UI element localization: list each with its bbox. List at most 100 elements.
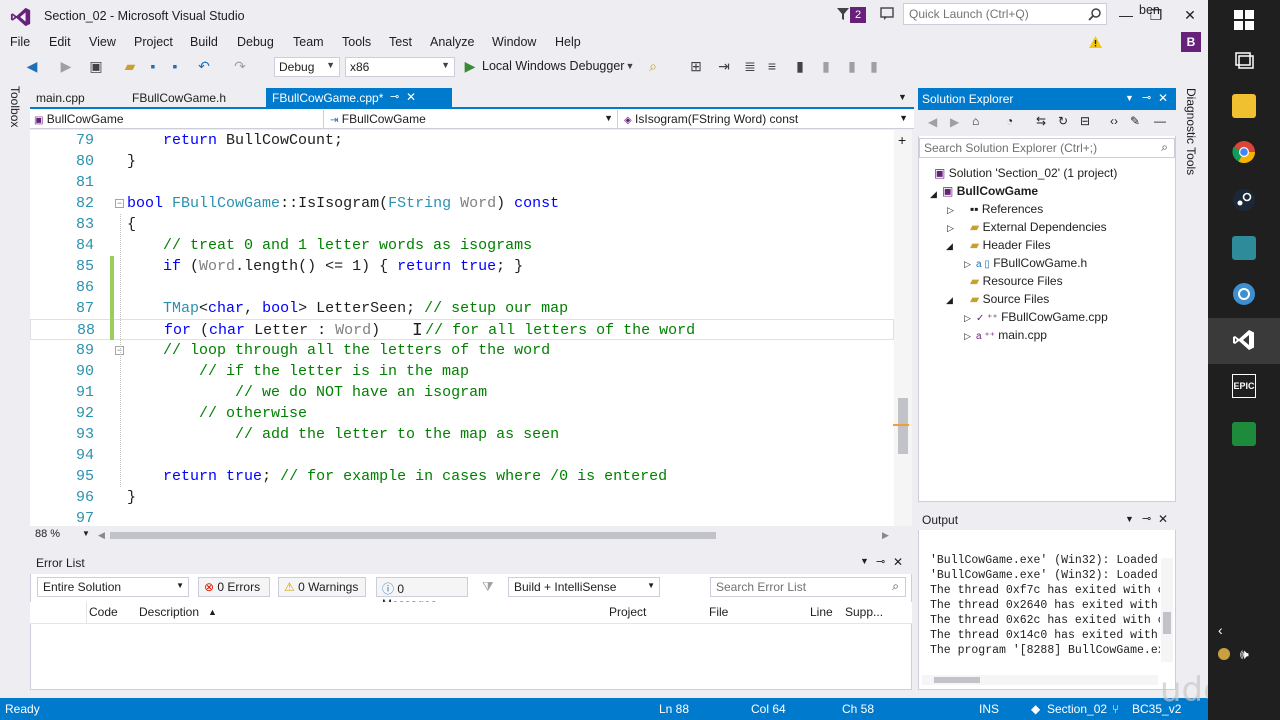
column-suppression[interactable]: Supp... <box>845 605 883 619</box>
messages-filter-button[interactable]: ⓘ 0 Messages <box>376 577 468 611</box>
tab-main-cpp[interactable]: main.cpp <box>30 88 91 108</box>
prev-bookmark-icon[interactable]: ▮ <box>818 58 834 74</box>
menu-help[interactable]: Help <box>555 35 581 49</box>
feedback-icon[interactable] <box>879 6 895 22</box>
scroll-left-icon[interactable]: ◀ <box>98 530 105 541</box>
search-icon[interactable] <box>1088 8 1101 21</box>
solution-node[interactable]: ▣ Solution 'Section_02' (1 project) <box>934 164 1117 182</box>
fbullcowgame-h-node[interactable]: a ▯ FBullCowGame.h <box>976 254 1087 272</box>
code-line[interactable]: 88 for (char Letter : Word) // for all l… <box>30 319 894 340</box>
collapsed-arrow-icon[interactable]: ▷ <box>947 223 954 234</box>
error-scope-select[interactable]: Entire Solution ▼ <box>37 577 189 597</box>
start-debugging-icon[interactable]: ▶ <box>462 58 478 74</box>
code-line[interactable]: 89 // loop through all the letters of th… <box>30 340 894 361</box>
split-editor-icon[interactable]: + <box>898 132 906 148</box>
clear-bookmark-icon[interactable]: ▮ <box>866 58 882 74</box>
tray-app-icon[interactable] <box>1218 648 1230 660</box>
output-vertical-scrollbar[interactable] <box>1161 558 1173 662</box>
fbullcowgame-cpp-node[interactable]: ✓ ⁺⁺ FBullCowGame.cpp <box>976 308 1108 326</box>
class-select[interactable]: ⇥ FBullCowGame ▼ <box>326 110 618 128</box>
redo-icon[interactable]: ↷ <box>232 58 248 74</box>
collapsed-arrow-icon[interactable]: ▷ <box>964 259 971 270</box>
code-line[interactable]: 92 // otherwise <box>30 403 894 424</box>
platform-select[interactable]: x86 ▼ <box>345 57 455 77</box>
collapse-all-icon[interactable]: ⊟ <box>1080 114 1090 128</box>
start-debugger-button[interactable]: Local Windows Debugger <box>482 59 624 73</box>
external-dependencies-node[interactable]: ▰ External Dependencies <box>970 218 1107 236</box>
expanded-arrow-icon[interactable]: ◢ <box>946 295 953 306</box>
chevron-down-icon[interactable]: ▼ <box>622 58 638 74</box>
filter-icon[interactable] <box>836 7 850 21</box>
find-icon[interactable]: ⌕ <box>645 58 661 74</box>
avatar[interactable]: B <box>1181 32 1201 52</box>
scope-select[interactable]: ▣ BullCowGame <box>30 110 324 128</box>
visual-studio-taskbar-icon[interactable] <box>1232 328 1256 352</box>
collapsed-arrow-icon[interactable]: ▷ <box>964 313 971 324</box>
source-files-node[interactable]: ▰ Source Files <box>970 290 1049 308</box>
chrome-icon[interactable] <box>1232 140 1256 164</box>
main-cpp-node[interactable]: a ⁺⁺ main.cpp <box>976 326 1047 344</box>
save-icon[interactable]: ▪ <box>145 58 161 74</box>
task-view-icon[interactable] <box>1234 50 1254 70</box>
output-hscroll-thumb[interactable] <box>934 677 980 683</box>
close-tab-icon[interactable]: ✕ <box>406 90 416 104</box>
pin-icon[interactable]: ⊸ <box>1142 91 1151 104</box>
resource-files-node[interactable]: ▰ Resource Files <box>970 272 1063 290</box>
code-line[interactable]: 90 // if the letter is in the map <box>30 361 894 382</box>
sync-icon[interactable]: ⇆ <box>1036 114 1046 128</box>
error-search-input[interactable]: Search Error List ⌕ <box>710 577 906 597</box>
zoom-select[interactable]: 88 % ▼ <box>32 527 92 543</box>
code-line[interactable]: 91 // we do NOT have an isogram <box>30 382 894 403</box>
code-line[interactable]: 80} <box>30 151 894 172</box>
code-line[interactable]: 83 { <box>30 214 894 235</box>
windows-start-icon[interactable] <box>1234 10 1254 30</box>
pin-icon[interactable]: ⊸ <box>1142 512 1151 525</box>
configuration-select[interactable]: Debug ▼ <box>274 57 340 77</box>
camtasia-icon[interactable] <box>1232 422 1256 446</box>
history-icon[interactable]: ◔ <box>1006 114 1013 128</box>
pin-icon[interactable]: ⊸ <box>390 90 399 103</box>
pin-icon[interactable]: ⊸ <box>876 555 885 568</box>
solution-search-input[interactable]: Search Solution Explorer (Ctrl+;) ⌕ <box>919 138 1175 158</box>
menu-file[interactable]: File <box>10 35 30 49</box>
code-line[interactable]: 95 return true; // for example in cases … <box>30 466 894 487</box>
tab-fbullcowgame-h[interactable]: FBullCowGame.h <box>126 88 232 108</box>
toggle-icon[interactable]: ⊞ <box>688 58 704 74</box>
toolbox-tab[interactable]: Toolbox <box>8 86 22 127</box>
minus-icon[interactable]: — <box>1154 114 1166 128</box>
project-node[interactable]: ▣ BullCowGame <box>942 182 1038 200</box>
system-tray-chevron-icon[interactable]: ‹ <box>1218 622 1223 638</box>
forward-icon[interactable]: ▶ <box>58 58 74 74</box>
errors-filter-button[interactable]: ⊗ 0 Errors <box>198 577 270 597</box>
back-icon[interactable]: ◀ <box>928 115 937 129</box>
collapse-region-icon[interactable]: − <box>115 199 124 208</box>
status-repository[interactable]: Section_02 <box>1047 702 1107 716</box>
expanded-arrow-icon[interactable]: ◢ <box>930 189 937 200</box>
output-scroll-thumb[interactable] <box>1163 612 1171 634</box>
menu-window[interactable]: Window <box>492 35 536 49</box>
expanded-arrow-icon[interactable]: ◢ <box>946 241 953 252</box>
panel-menu-chevron-down-icon[interactable]: ▼ <box>1125 93 1134 103</box>
save-all-icon[interactable]: ▪ <box>167 58 183 74</box>
new-project-icon[interactable]: ▣ <box>88 58 104 74</box>
bookmark-icon[interactable]: ▮ <box>792 58 808 74</box>
diagnostic-tools-tab[interactable]: Diagnostic Tools <box>1184 88 1198 175</box>
code-line[interactable]: 87 TMap<char, bool> LetterSeen; // setup… <box>30 298 894 319</box>
file-explorer-icon[interactable] <box>1232 94 1256 118</box>
panel-menu-chevron-down-icon[interactable]: ▼ <box>860 556 869 566</box>
steam-icon[interactable] <box>1232 188 1256 212</box>
menu-tools[interactable]: Tools <box>342 35 371 49</box>
code-line[interactable]: 79 return BullCowCount; <box>30 130 894 151</box>
close-button[interactable]: ✕ <box>1176 4 1204 26</box>
minimize-button[interactable]: — <box>1112 4 1140 26</box>
column-code[interactable]: Code <box>89 605 118 619</box>
menu-debug[interactable]: Debug <box>237 35 274 49</box>
code-line[interactable]: 81 <box>30 172 894 193</box>
user-name[interactable]: ben <box>1139 3 1160 17</box>
collapsed-arrow-icon[interactable]: ▷ <box>964 331 971 342</box>
code-editor[interactable]: 79 return BullCowCount; 80} 81 82 bool FBull… <box>30 130 894 526</box>
build-filter-select[interactable]: Build + IntelliSense ▼ <box>508 577 660 597</box>
scroll-right-icon[interactable]: ▶ <box>882 530 889 541</box>
warnings-filter-button[interactable]: ⚠ 0 Warnings <box>278 577 366 597</box>
column-file[interactable]: File <box>709 605 728 619</box>
